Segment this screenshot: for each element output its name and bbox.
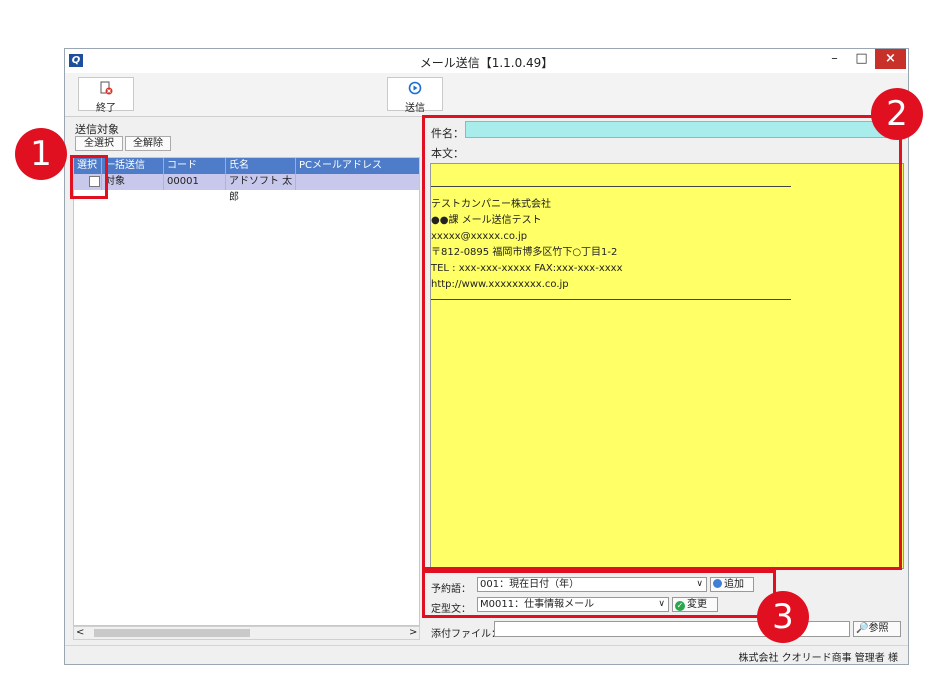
grid-header: 選択 一括送信 コード 氏名 PCメールアドレス [74, 158, 419, 174]
column-name[interactable]: 氏名 [226, 158, 296, 174]
cell-bulk: 対象 [102, 174, 164, 190]
browse-button[interactable]: 🔎参照 [853, 621, 901, 637]
maximize-button[interactable]: □ [848, 49, 875, 69]
cell-email [296, 174, 419, 190]
target-label: 送信対象 [75, 123, 119, 136]
title-bar: Q メール送信【1.1.0.49】 – □ × [65, 49, 908, 73]
exit-label: 終了 [96, 103, 116, 114]
table-row[interactable]: 対象 00001 アドソフト 太郎 [74, 174, 419, 203]
annotation-marker-2: 2 [871, 88, 923, 140]
close-button[interactable]: × [875, 49, 906, 69]
cell-name: アドソフト 太郎 [226, 174, 296, 203]
column-bulk[interactable]: 一括送信 [102, 158, 164, 174]
exit-icon [100, 81, 113, 95]
annotation-box-2 [422, 115, 902, 570]
status-text: 株式会社 クオリード商事 管理者 様 [738, 653, 898, 664]
attachment-label: 添付ファイル： [431, 629, 501, 640]
scroll-left-icon[interactable]: < [76, 627, 84, 639]
select-all-button[interactable]: 全選択 [75, 136, 123, 151]
send-icon [408, 81, 422, 95]
target-panel: 送信対象 全選択 全解除 選択 一括送信 コード 氏名 PCメールアドレス 対象… [69, 119, 420, 640]
scroll-right-icon[interactable]: > [409, 627, 417, 639]
annotation-box-3 [422, 570, 776, 618]
column-code[interactable]: コード [164, 158, 226, 174]
minimize-button[interactable]: – [821, 49, 848, 69]
status-bar: 株式会社 クオリード商事 管理者 様 [65, 645, 908, 664]
cell-code: 00001 [164, 174, 226, 190]
window-title: メール送信【1.1.0.49】 [419, 56, 554, 70]
browse-label: 参照 [868, 623, 889, 634]
annotation-marker-1: 1 [15, 128, 67, 180]
annotation-marker-3: 3 [757, 591, 809, 643]
exit-button[interactable]: 終了 [78, 77, 134, 114]
annotation-box-1 [70, 155, 108, 199]
column-email[interactable]: PCメールアドレス [296, 158, 419, 174]
search-icon: 🔎 [856, 623, 869, 634]
toolbar: 終了 送信 [65, 73, 908, 117]
deselect-all-button[interactable]: 全解除 [125, 136, 171, 151]
send-label: 送信 [405, 103, 425, 114]
horizontal-scrollbar[interactable]: < > [73, 626, 420, 640]
scroll-thumb[interactable] [94, 629, 250, 637]
target-grid: 選択 一括送信 コード 氏名 PCメールアドレス 対象 00001 アドソフト … [73, 157, 420, 626]
send-button[interactable]: 送信 [387, 77, 443, 114]
